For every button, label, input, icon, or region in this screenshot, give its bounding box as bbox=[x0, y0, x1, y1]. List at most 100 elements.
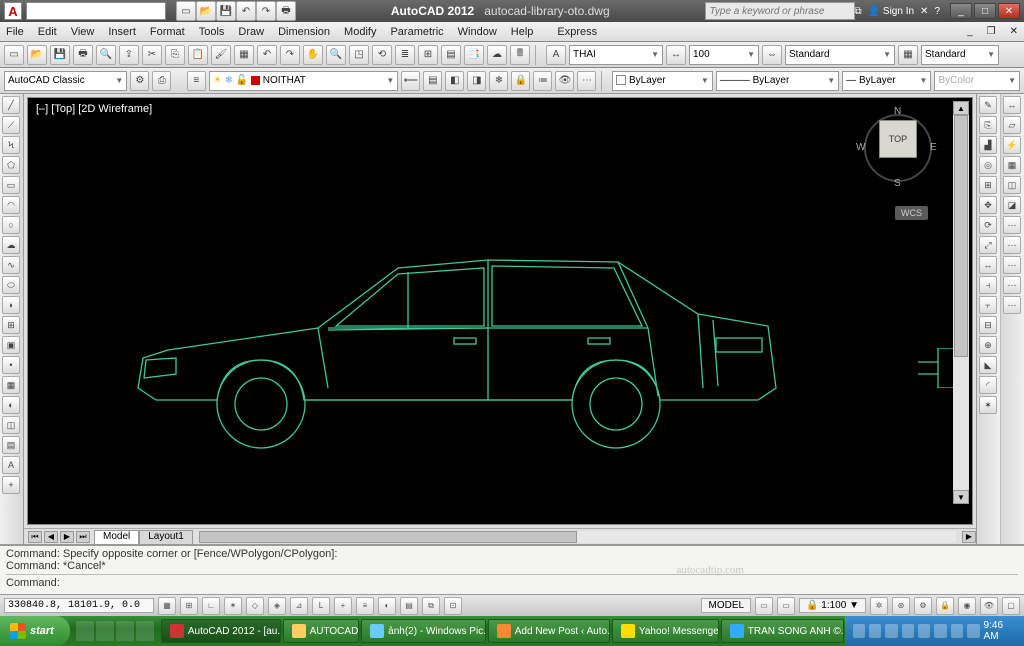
toolpalette-icon[interactable]: ▤ bbox=[441, 45, 461, 65]
offset-icon[interactable]: ◎ bbox=[979, 156, 997, 174]
hatch-icon[interactable]: ▦ bbox=[2, 376, 20, 394]
ungroup-icon[interactable]: ◪ bbox=[1003, 196, 1021, 214]
join-icon[interactable]: ⊕ bbox=[979, 336, 997, 354]
dimstyle-mgr-icon[interactable]: ⇔ bbox=[762, 45, 782, 65]
layer-frz-icon[interactable]: ❄ bbox=[489, 71, 508, 91]
qat-redo-icon[interactable]: ↷ bbox=[256, 1, 276, 21]
undo-icon[interactable]: ↶ bbox=[257, 45, 277, 65]
tray-icon[interactable] bbox=[967, 624, 979, 638]
preview-icon[interactable]: 🔍 bbox=[96, 45, 116, 65]
workspace-selector[interactable]: AutoCAD Classic▼ bbox=[26, 2, 166, 20]
block-icon[interactable]: ▣ bbox=[2, 336, 20, 354]
mirror-icon[interactable]: ▟ bbox=[979, 136, 997, 154]
copy2-icon[interactable]: ⎘ bbox=[979, 116, 997, 134]
tab-last-icon[interactable]: ⏭ bbox=[76, 531, 90, 543]
am-icon[interactable]: ⊡ bbox=[444, 597, 462, 615]
pline-icon[interactable]: Ϟ bbox=[2, 136, 20, 154]
polygon-icon[interactable]: ⬠ bbox=[2, 156, 20, 174]
zoom-icon[interactable]: 🔍 bbox=[326, 45, 346, 65]
annovis-icon[interactable]: ✲ bbox=[870, 597, 888, 615]
misc4-icon[interactable]: ⋯ bbox=[1003, 276, 1021, 294]
point-icon[interactable]: • bbox=[2, 356, 20, 374]
drawing-canvas[interactable]: [–] [Top] [2D Wireframe] N S E W TOP WCS bbox=[27, 97, 973, 525]
doc-close-icon[interactable]: ✕ bbox=[1010, 26, 1018, 37]
sc-icon[interactable]: ⧉ bbox=[422, 597, 440, 615]
quickview-icon[interactable]: ▭ bbox=[755, 597, 773, 615]
ql-icon-1[interactable] bbox=[76, 621, 94, 641]
workspace-selector-2[interactable]: AutoCAD Classic▼ bbox=[4, 71, 127, 91]
menu-insert[interactable]: Insert bbox=[108, 26, 136, 38]
close-button[interactable]: ✕ bbox=[998, 3, 1020, 19]
quickview2-icon[interactable]: ▭ bbox=[777, 597, 795, 615]
command-prompt[interactable]: Command: bbox=[6, 574, 1018, 589]
layer-prev-icon[interactable]: ⟵ bbox=[401, 71, 420, 91]
model-button[interactable]: MODEL bbox=[701, 598, 751, 613]
task-picture[interactable]: ảnh(2) - Windows Pic... bbox=[361, 619, 486, 643]
task-autocad[interactable]: AutoCAD 2012 - [au... bbox=[161, 619, 281, 643]
array-icon[interactable]: ⊞ bbox=[979, 176, 997, 194]
save-icon[interactable]: 💾 bbox=[50, 45, 70, 65]
scroll-up-icon[interactable]: ▲ bbox=[953, 101, 969, 115]
annoauto-icon[interactable]: ⊛ bbox=[892, 597, 910, 615]
grid-icon[interactable]: ⊞ bbox=[180, 597, 198, 615]
snap-icon[interactable]: ▦ bbox=[158, 597, 176, 615]
gradient-icon[interactable]: ◐ bbox=[2, 396, 20, 414]
markup-icon[interactable]: ☁ bbox=[487, 45, 507, 65]
osnap-icon[interactable]: ◇ bbox=[246, 597, 264, 615]
layer-mgr-icon[interactable]: ≡ bbox=[187, 71, 206, 91]
compass-w[interactable]: W bbox=[856, 142, 865, 153]
help-search-input[interactable] bbox=[705, 2, 855, 20]
extend-icon[interactable]: ⫟ bbox=[979, 296, 997, 314]
linetype-selector[interactable]: ——— ByLayer▼ bbox=[716, 71, 839, 91]
ducs-icon[interactable]: L bbox=[312, 597, 330, 615]
qp-icon[interactable]: ▤ bbox=[400, 597, 418, 615]
compass-n[interactable]: N bbox=[894, 106, 901, 117]
line-icon[interactable]: ╱ bbox=[2, 96, 20, 114]
task-skype[interactable]: TRAN SONG ANH ©... bbox=[721, 619, 844, 643]
quickcalc-icon[interactable]: 🖩 bbox=[510, 45, 530, 65]
tablestyle-icon[interactable]: ▦ bbox=[898, 45, 918, 65]
ql-icon-3[interactable] bbox=[116, 621, 134, 641]
maximize-button[interactable]: □ bbox=[974, 3, 996, 19]
dimstyle-selector[interactable]: Standard▼ bbox=[785, 45, 895, 65]
layer-iso-icon[interactable]: ◧ bbox=[445, 71, 464, 91]
matchprop-icon[interactable]: 🖌 bbox=[211, 45, 231, 65]
horizontal-scrollbar[interactable] bbox=[199, 531, 956, 543]
ql-icon-4[interactable] bbox=[136, 621, 154, 641]
stretch-icon[interactable]: ↔ bbox=[979, 256, 997, 274]
doc-minimize-icon[interactable]: _ bbox=[967, 26, 973, 37]
app-logo-icon[interactable]: A bbox=[4, 2, 22, 20]
layer-selector[interactable]: ☀ ❄ 🔓 NOITHAT▼ bbox=[209, 71, 399, 91]
ortho-icon[interactable]: ∟ bbox=[202, 597, 220, 615]
pan-icon[interactable]: ✋ bbox=[303, 45, 323, 65]
dimscale-input[interactable]: 100▼ bbox=[689, 45, 759, 65]
scroll-down-icon[interactable]: ▼ bbox=[953, 490, 969, 504]
layer-match-icon[interactable]: ≔ bbox=[533, 71, 552, 91]
move-icon[interactable]: ✥ bbox=[979, 196, 997, 214]
tab-next-icon[interactable]: ▶ bbox=[60, 531, 74, 543]
zoomprev-icon[interactable]: ⟲ bbox=[372, 45, 392, 65]
qat-new-icon[interactable]: ▭ bbox=[176, 1, 196, 21]
cut-icon[interactable]: ✂ bbox=[142, 45, 162, 65]
selall-icon[interactable]: ▦ bbox=[1003, 156, 1021, 174]
viewcube[interactable]: N S E W TOP bbox=[858, 108, 938, 208]
hscroll-right-icon[interactable]: ▶ bbox=[962, 531, 976, 543]
tray-icon[interactable] bbox=[951, 624, 963, 638]
publish-icon[interactable]: ⇪ bbox=[119, 45, 139, 65]
tpy-icon[interactable]: ◐ bbox=[378, 597, 396, 615]
dyn-icon[interactable]: + bbox=[334, 597, 352, 615]
hardware-icon[interactable]: ◉ bbox=[958, 597, 976, 615]
menu-dimension[interactable]: Dimension bbox=[278, 26, 330, 38]
annoscale-button[interactable]: 🔒 1:100 ▼ bbox=[799, 598, 866, 613]
tray-icon[interactable] bbox=[853, 624, 865, 638]
layer-off-icon[interactable]: ◨ bbox=[467, 71, 486, 91]
new-icon[interactable]: ▭ bbox=[4, 45, 24, 65]
group-icon[interactable]: ◫ bbox=[1003, 176, 1021, 194]
coords-display[interactable]: 330840.8, 18101.9, 0.0 bbox=[4, 598, 154, 613]
plotstyle-selector[interactable]: ByColor▼ bbox=[934, 71, 1020, 91]
isolate-icon[interactable]: 👁 bbox=[980, 597, 998, 615]
otrack-icon[interactable]: ⊿ bbox=[290, 597, 308, 615]
properties-icon[interactable]: ≣ bbox=[395, 45, 415, 65]
lineweight-selector[interactable]: — ByLayer▼ bbox=[842, 71, 931, 91]
task-yahoo[interactable]: Yahoo! Messenger bbox=[612, 619, 719, 643]
